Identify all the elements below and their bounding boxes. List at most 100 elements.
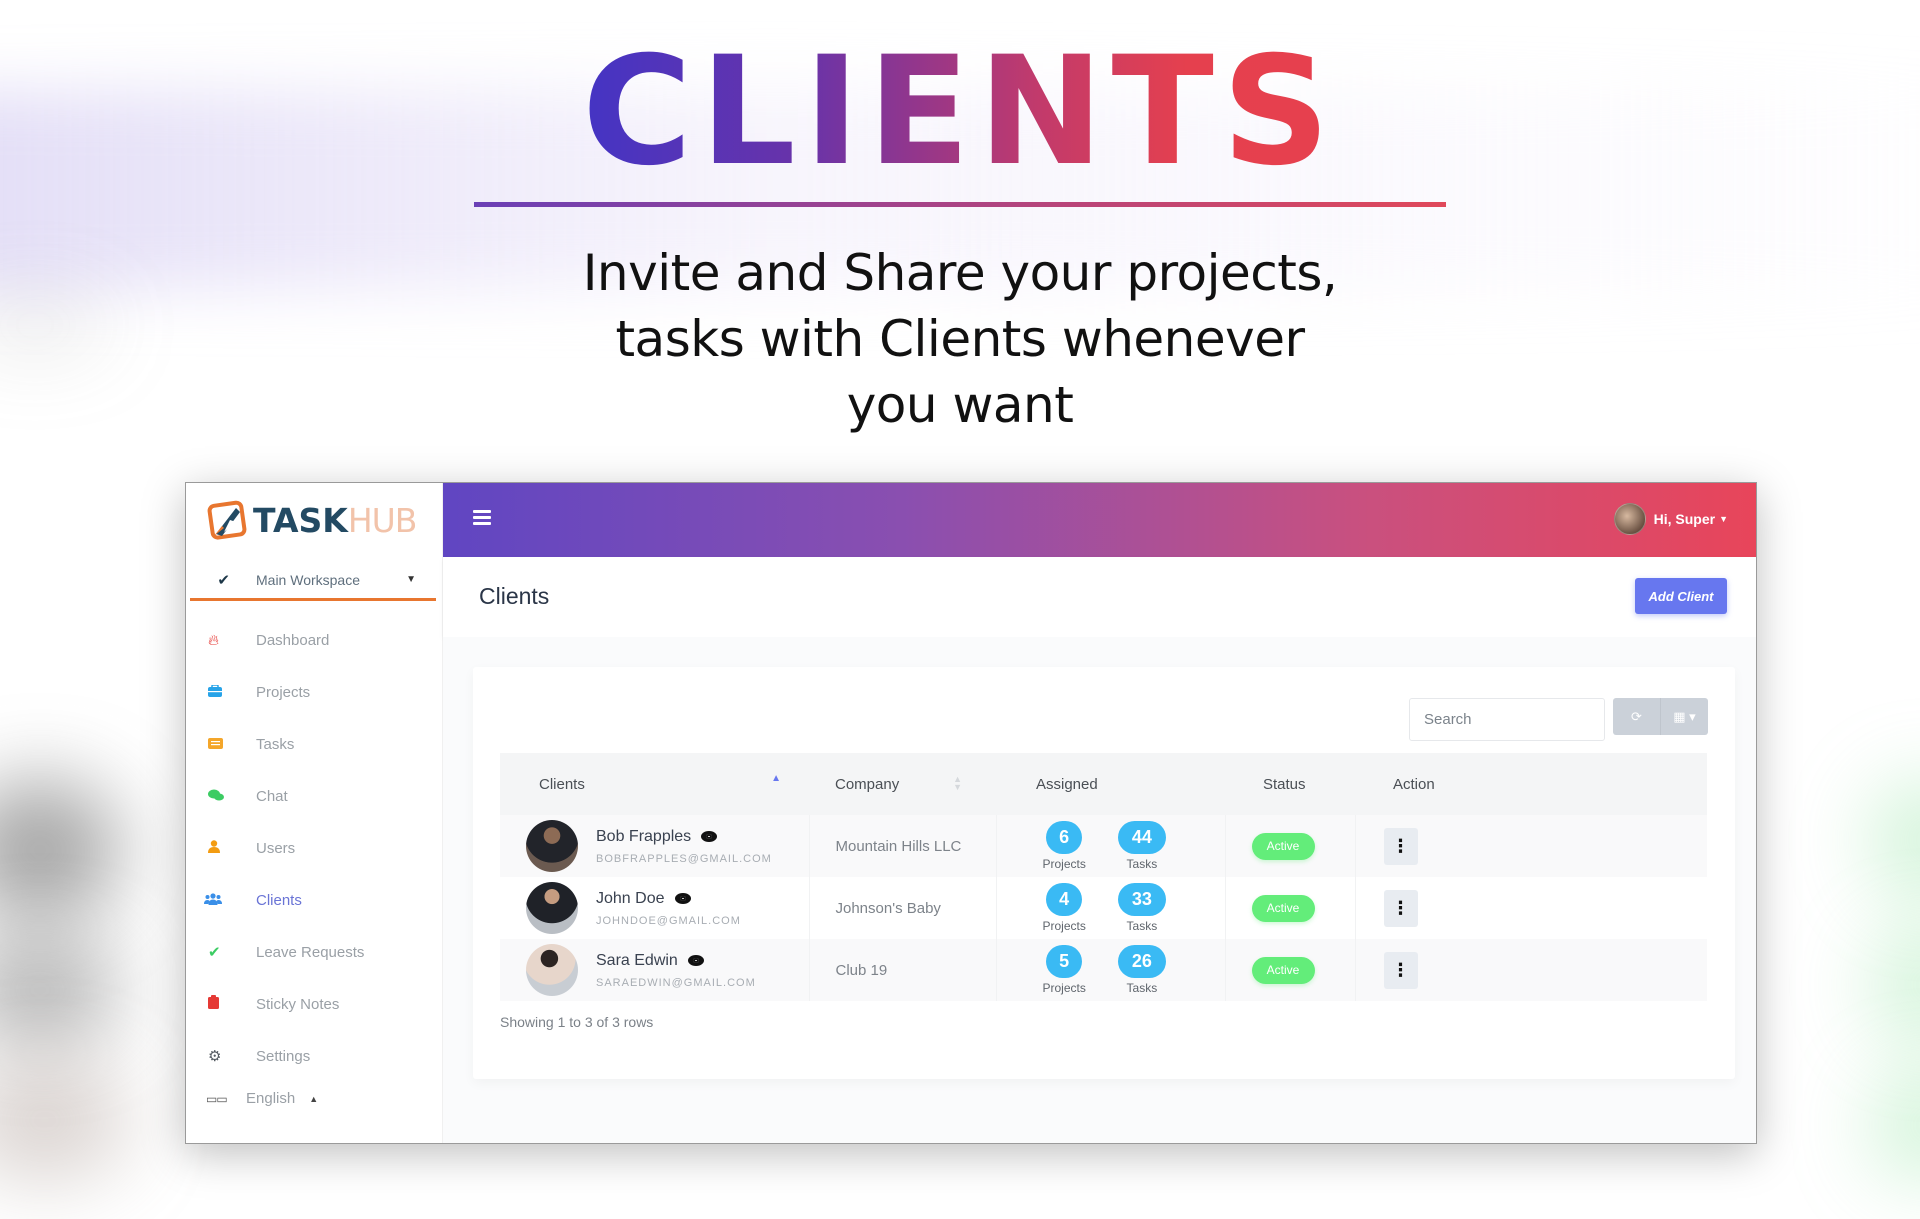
row-actions-button[interactable]: ⋮ [1383,951,1418,989]
column-header-clients[interactable]: Clients ▲ [500,753,809,815]
language-icon: ▭▭ [206,1091,228,1106]
columns-toggle-button[interactable]: ▦ ▾ [1660,698,1708,735]
background-blur [0,780,120,920]
column-header-label: Company [835,775,900,793]
hamburger-menu-icon[interactable] [473,510,491,528]
row-actions-button[interactable]: ⋮ [1383,827,1418,865]
logo[interactable]: TASK HUB [206,495,418,545]
kebab-menu-icon: ⋮ [1391,960,1410,980]
column-header-action: Action [1355,753,1707,815]
projects-label: Projects [1042,981,1086,995]
tasks-label: Tasks [1126,981,1158,995]
status-badge: Active [1251,832,1315,860]
table-row: Sara Edwin SARAEDWIN@GMAIL.COM Club 19 5… [500,939,1707,1001]
client-name: Bob Frapples [596,827,692,845]
sidebar-item-clients[interactable]: Clients [186,874,442,926]
sidebar-item-leave-requests[interactable]: ✔ Leave Requests [186,926,442,978]
sidebar-item-settings[interactable]: ⚙ Settings [186,1030,442,1082]
caret-down-icon: ▼ [1719,514,1728,524]
sidebar-item-label: Leave Requests [256,943,365,961]
sidebar-item-label: Settings [256,1047,311,1065]
client-company: Mountain Hills LLC [808,815,996,877]
eye-icon[interactable] [674,893,691,904]
projects-count-badge: 4 [1046,883,1083,916]
sidebar-item-chat[interactable]: Chat [186,770,442,822]
client-company: Johnson's Baby [808,877,996,939]
sort-ascending-icon: ▲ [771,773,781,784]
sidebar-item-users[interactable]: Users [186,822,442,874]
user-greeting: Hi, Super [1653,511,1716,527]
sidebar-item-sticky-notes[interactable]: Sticky Notes [186,978,442,1030]
hero-title: CLIENTS [0,22,1920,202]
projects-count-badge: 5 [1046,945,1083,978]
client-email: SARAEDWIN@GMAIL.COM [596,976,756,989]
client-name: John Doe [596,889,665,907]
column-header-company[interactable]: Company ▲ ▼ [809,753,996,815]
tasks-label: Tasks [1126,919,1158,933]
background-blur [1870,1070,1920,1180]
projects-label: Projects [1042,857,1086,871]
logo-text-task: TASK [253,500,348,540]
sidebar-item-label: Chat [256,787,288,805]
client-avatar [526,820,578,872]
eye-icon[interactable] [687,955,704,966]
newspaper-icon [186,736,256,753]
main-content: ⟳ ▦ ▾ Clients ▲ Company ▲▼ Assigned Status… [443,637,1756,1143]
refresh-button[interactable]: ⟳ [1613,698,1660,735]
hero-title-text: CLIENTS [582,25,1338,199]
users-group-icon [186,892,256,909]
client-name-link[interactable]: John Doe [596,890,741,908]
row-actions-button[interactable]: ⋮ [1383,889,1418,927]
sort-icon: ▲ ▼ [953,774,962,792]
briefcase-icon [186,683,256,701]
pagination-info: Showing 1 to 3 of 3 rows [500,1014,654,1030]
clipboard-icon [186,995,256,1013]
language-selector[interactable]: ▭▭ English ▲ [206,1090,318,1107]
clients-table: Clients ▲ Company ▲ ▼ Assigned Status Actio… [500,753,1707,1001]
projects-count-badge: 6 [1046,821,1083,854]
kebab-menu-icon: ⋮ [1391,836,1410,856]
client-name-link[interactable]: Bob Frapples [596,828,772,846]
hero-subtitle: Invite and Share your projects, tasks wi… [582,244,1338,434]
add-client-button[interactable]: Add Client [1635,578,1727,614]
sidebar-item-tasks[interactable]: Tasks [186,718,442,770]
caret-down-icon: ▼ [406,574,416,585]
client-avatar [526,944,578,996]
sidebar: TASK HUB ✔ Main Workspace ▼ 🔥︎ Dashboard … [186,483,443,1143]
table-row: John Doe JOHNDOE@GMAIL.COM Johnson's Bab… [500,877,1707,939]
logo-text-hub: HUB [347,500,418,540]
check-icon: ✔ [208,944,221,961]
page-header: Clients Add Client [443,557,1756,637]
refresh-icon: ⟳ [1631,708,1642,724]
user-icon [186,839,256,857]
eye-icon[interactable] [701,831,718,842]
tasks-label: Tasks [1126,857,1158,871]
user-avatar [1613,503,1646,535]
client-name-link[interactable]: Sara Edwin [596,952,756,970]
background-blur [1870,780,1920,900]
client-email: BOBFRAPPLES@GMAIL.COM [596,852,772,865]
workspace-selector[interactable]: ✔ Main Workspace ▼ [190,561,436,601]
sidebar-item-projects[interactable]: Projects [186,666,442,718]
logo-icon [207,500,247,540]
projects-label: Projects [1042,919,1086,933]
client-name: Sara Edwin [596,951,678,969]
tasks-count-badge: 44 [1117,821,1166,854]
user-menu[interactable]: Hi, Super ▼ [1613,503,1728,535]
hero-divider [474,202,1446,207]
search-input[interactable] [1409,698,1605,741]
sidebar-item-dashboard[interactable]: 🔥︎ Dashboard [186,614,442,666]
client-email: JOHNDOE@GMAIL.COM [596,914,741,927]
tasks-count-badge: 33 [1117,883,1166,916]
table-row: Bob Frapples BOBFRAPPLES@GMAIL.COM Mount… [500,815,1707,877]
column-header-label: Assigned [1036,775,1098,793]
sidebar-item-label: Clients [256,891,302,909]
tasks-count-badge: 26 [1117,945,1166,978]
check-icon: ✔ [217,571,230,589]
sidebar-item-label: Users [256,839,296,857]
table-header-row: Clients ▲ Company ▲ ▼ Assigned Status Actio… [500,753,1707,815]
background-blur [0,1060,130,1180]
sidebar-item-label: Dashboard [256,631,330,649]
fire-icon: 🔥︎ [208,631,220,649]
kebab-menu-icon: ⋮ [1391,898,1410,918]
